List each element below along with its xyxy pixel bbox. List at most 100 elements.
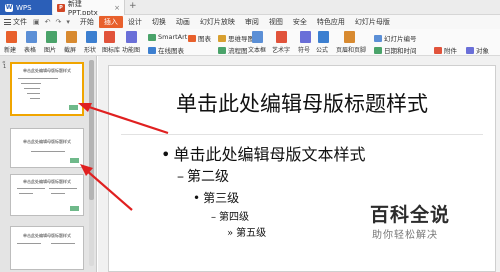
bullet-level-5[interactable]: » 第五级 [227, 224, 266, 239]
file-menu[interactable]: 文件 [4, 17, 27, 27]
object-icon [466, 46, 474, 54]
thumbnail-master[interactable]: 单击此处编辑母版标题样式 [10, 62, 84, 116]
chart-button[interactable]: 图表 [188, 33, 211, 43]
bullet-text: 第二级 [187, 169, 229, 185]
image-button[interactable]: 图片 [44, 45, 56, 54]
thumbnail-line [18, 78, 58, 79]
thumbnail-line [31, 151, 65, 152]
wps-app-tab[interactable]: W WPS [0, 0, 52, 15]
bullet-marker: – [211, 212, 216, 223]
document-tab[interactable]: P 新建PPT.pptx × [53, 0, 125, 17]
bullet-marker: » [227, 228, 234, 239]
pptx-file-icon: P [57, 3, 65, 12]
object-button[interactable]: 对象 [466, 45, 489, 55]
undo-icon[interactable]: ↶ [45, 18, 51, 26]
thumbnail-layout[interactable]: 单击此处编辑母版标题样式 [10, 128, 84, 168]
file-menu-label: 文件 [13, 18, 27, 26]
datetime-button[interactable]: 日期和时间 [374, 45, 417, 55]
datetime-icon [374, 46, 382, 54]
insert-ribbon: 新建 表格 图片 截屏 形状 图标库 功能图 SmartArt 在线图表 图表 … [0, 29, 500, 56]
flow-chart-button[interactable]: 流程图 [218, 45, 248, 55]
customize-icon[interactable]: ▾ [66, 18, 70, 26]
tab-security[interactable]: 安全 [288, 16, 312, 28]
master-title-placeholder[interactable]: 单击此处编辑母版标题样式 [109, 88, 495, 118]
redo-icon[interactable]: ↷ [56, 18, 62, 26]
slide-number-label: 幻灯片编号 [384, 35, 417, 43]
smartart-button[interactable]: SmartArt [148, 33, 187, 41]
smartart-icon [148, 33, 156, 41]
tab-home[interactable]: 开始 [75, 16, 99, 28]
bullet-level-4[interactable]: – 第四级 [211, 208, 249, 223]
tab-slide-master[interactable]: 幻灯片母版 [350, 16, 395, 28]
textbox-icon [252, 31, 263, 43]
slide-number-icon [374, 34, 382, 42]
function-chart-button[interactable]: 功能图 [122, 45, 140, 54]
image-icon [46, 31, 57, 43]
thumbnail-line [49, 188, 77, 189]
tab-review[interactable]: 审阅 [240, 16, 264, 28]
wps-app-tab-label: WPS [16, 3, 32, 12]
thumbnail-scrollbar[interactable] [89, 60, 94, 266]
thumbnail-line [19, 193, 33, 194]
formula-icon [318, 31, 329, 43]
attachment-icon [434, 46, 442, 54]
bullet-text: 第三级 [203, 191, 240, 205]
chart-label: 图表 [198, 35, 211, 43]
object-label: 对象 [476, 47, 489, 55]
flow-chart-label: 流程图 [228, 47, 248, 55]
bullet-level-1[interactable]: • 单击此处编辑母版文本样式 [161, 141, 365, 165]
tab-special-apps[interactable]: 特色应用 [312, 16, 350, 28]
textbox-button[interactable]: 文本框 [248, 45, 266, 54]
thumbnail-layout[interactable]: 单击此处编辑母版标题样式 [10, 174, 84, 216]
symbol-button[interactable]: 符号 [298, 45, 310, 54]
art-text-button[interactable]: 艺术字 [272, 45, 290, 54]
scrollbar-thumb[interactable] [89, 60, 94, 200]
tab-slideshow[interactable]: 幻灯片放映 [195, 16, 240, 28]
online-chart-button[interactable]: 在线图表 [148, 45, 184, 55]
tab-design[interactable]: 设计 [123, 16, 147, 28]
title-bar: W WPS P 新建PPT.pptx × + [0, 0, 500, 17]
header-footer-button[interactable]: 页眉和页脚 [336, 45, 366, 54]
tab-animation[interactable]: 动画 [171, 16, 195, 28]
mind-map-button[interactable]: 思维导图 [218, 33, 254, 43]
header-footer-icon [344, 31, 355, 43]
tab-insert[interactable]: 插入 [98, 16, 123, 28]
mind-map-label: 思维导图 [228, 35, 254, 43]
tab-transition[interactable]: 切换 [147, 16, 171, 28]
thumbnail-pane: « 1 单击此处编辑母版标题样式 单击此处编辑母版标题样式 单击此处编辑母版标题… [0, 56, 97, 272]
close-tab-icon[interactable]: × [114, 4, 120, 12]
shape-button[interactable]: 形状 [84, 45, 96, 54]
watermark-subtitle: 助你轻松解决 [372, 230, 438, 241]
bullet-text: 单击此处编辑母版文本样式 [173, 145, 366, 164]
thumbnail-placeholder [70, 158, 79, 163]
menu-bar: 文件 ▣ ↶ ↷ ▾ 开始 插入 设计 切换 动画 幻灯片放映 审阅 视图 安全… [0, 15, 500, 29]
formula-button[interactable]: 公式 [316, 45, 328, 54]
thumbnail-title: 单击此处编辑母版标题样式 [23, 233, 71, 238]
thumbnail-layout[interactable]: 单击此处编辑母版标题样式 [10, 226, 84, 270]
bullet-marker: • [161, 145, 171, 164]
save-icon[interactable]: ▣ [33, 18, 40, 26]
table-button[interactable]: 表格 [24, 45, 36, 54]
screenshot-button[interactable]: 截屏 [64, 45, 76, 54]
thumbnail-placeholder [69, 105, 78, 110]
new-tab-icon[interactable]: + [129, 1, 137, 11]
attachment-button[interactable]: 附件 [434, 45, 457, 55]
new-slide-button[interactable]: 新建 [4, 45, 16, 54]
online-chart-icon [148, 46, 156, 54]
slide-number-button[interactable]: 幻灯片编号 [374, 33, 417, 43]
hamburger-icon [4, 19, 11, 25]
icon-library-button[interactable]: 图标库 [102, 45, 120, 54]
tab-view[interactable]: 视图 [264, 16, 288, 28]
bullet-level-3[interactable]: • 第三级 [193, 189, 239, 206]
chart-icon [188, 34, 196, 42]
thumbnail-line [51, 243, 75, 244]
new-slide-icon [6, 31, 17, 43]
bullet-marker: • [193, 191, 201, 205]
art-text-icon [276, 31, 287, 43]
thumbnail-line [27, 93, 40, 94]
datetime-label: 日期和时间 [384, 47, 417, 55]
bullet-level-2[interactable]: – 第二级 [177, 166, 229, 186]
thumbnail-title: 单击此处编辑母版标题样式 [23, 139, 71, 144]
thumbnail-line [17, 188, 45, 189]
thumbnail-line [24, 88, 40, 89]
